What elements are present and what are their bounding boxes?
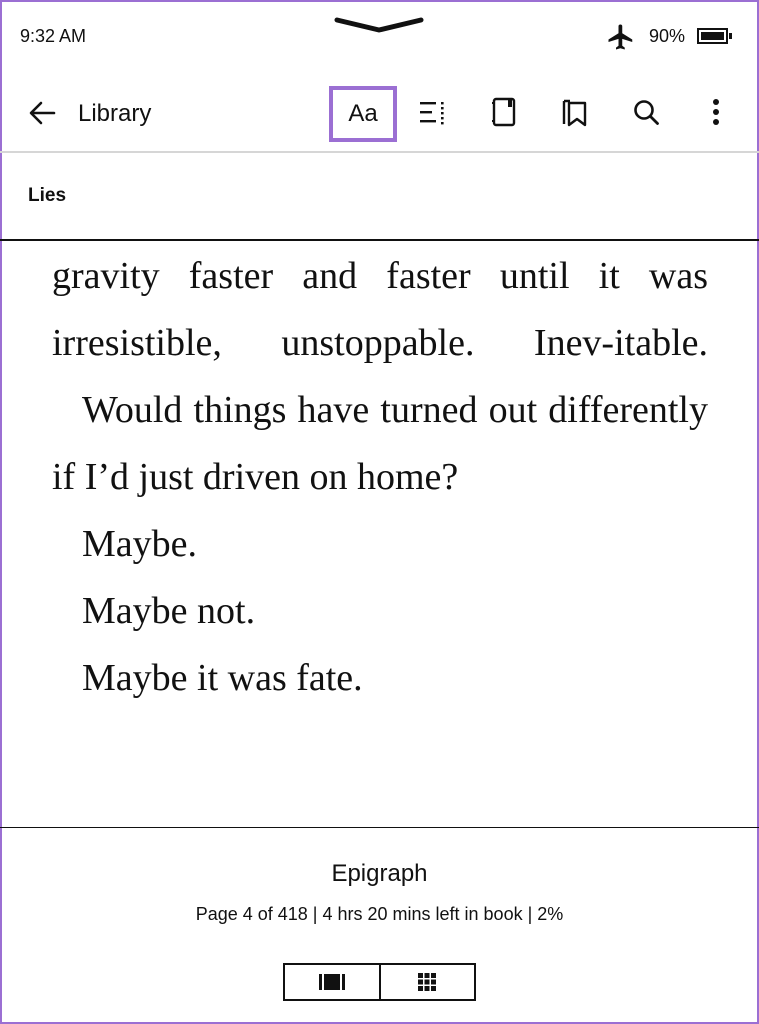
bookmark-button[interactable] [549, 86, 601, 138]
font-settings-button[interactable]: Aa [329, 86, 397, 142]
bookmark-icon [562, 99, 587, 127]
view-toggle [283, 963, 476, 1001]
page-view-button[interactable] [285, 965, 379, 999]
battery-nub [729, 33, 732, 39]
table-of-contents-button[interactable] [407, 86, 459, 138]
paragraph: Maybe it was fate. [82, 657, 363, 699]
battery-fill [701, 32, 724, 40]
pull-down-handle-icon[interactable] [333, 14, 425, 36]
notebook-icon [492, 97, 516, 127]
library-link[interactable]: Library [78, 100, 151, 128]
battery-icon [697, 28, 732, 44]
notebook-button[interactable] [478, 86, 530, 138]
paragraph: Maybe not. [82, 590, 256, 632]
paragraph: Would things have turned out differently… [52, 389, 708, 498]
reading-progress[interactable]: Page 4 of 418 | 4 hrs 20 mins left in bo… [0, 904, 759, 925]
page-view-icon [318, 974, 345, 990]
arrow-left-icon[interactable] [28, 100, 56, 126]
book-title: Lies [28, 185, 67, 206]
grid-view-button[interactable] [378, 965, 475, 999]
battery-percent: 90% [649, 26, 686, 46]
status-time: 9:32 AM [20, 26, 87, 46]
grid-view-icon [418, 973, 437, 991]
contents-icon [420, 102, 444, 125]
header-rule [0, 239, 759, 241]
airplane-icon [608, 24, 633, 50]
chapter-name: Epigraph [331, 860, 428, 887]
footer-rule [0, 827, 759, 828]
paragraph: Maybe. [82, 523, 198, 565]
font-settings-label: Aa [348, 100, 378, 127]
reader-toolbar: Library Aa [0, 76, 759, 150]
search-icon [634, 100, 659, 125]
more-options-button[interactable] [690, 86, 742, 138]
search-button[interactable] [620, 86, 672, 138]
paragraph: gravity faster and faster until it was i… [52, 255, 708, 364]
status-bar: 9:32 AM 90% [0, 0, 759, 75]
reading-pane[interactable]: gravity faster and faster until it was i… [52, 243, 708, 712]
toolbar-divider [0, 151, 759, 153]
more-vertical-icon [713, 99, 719, 125]
